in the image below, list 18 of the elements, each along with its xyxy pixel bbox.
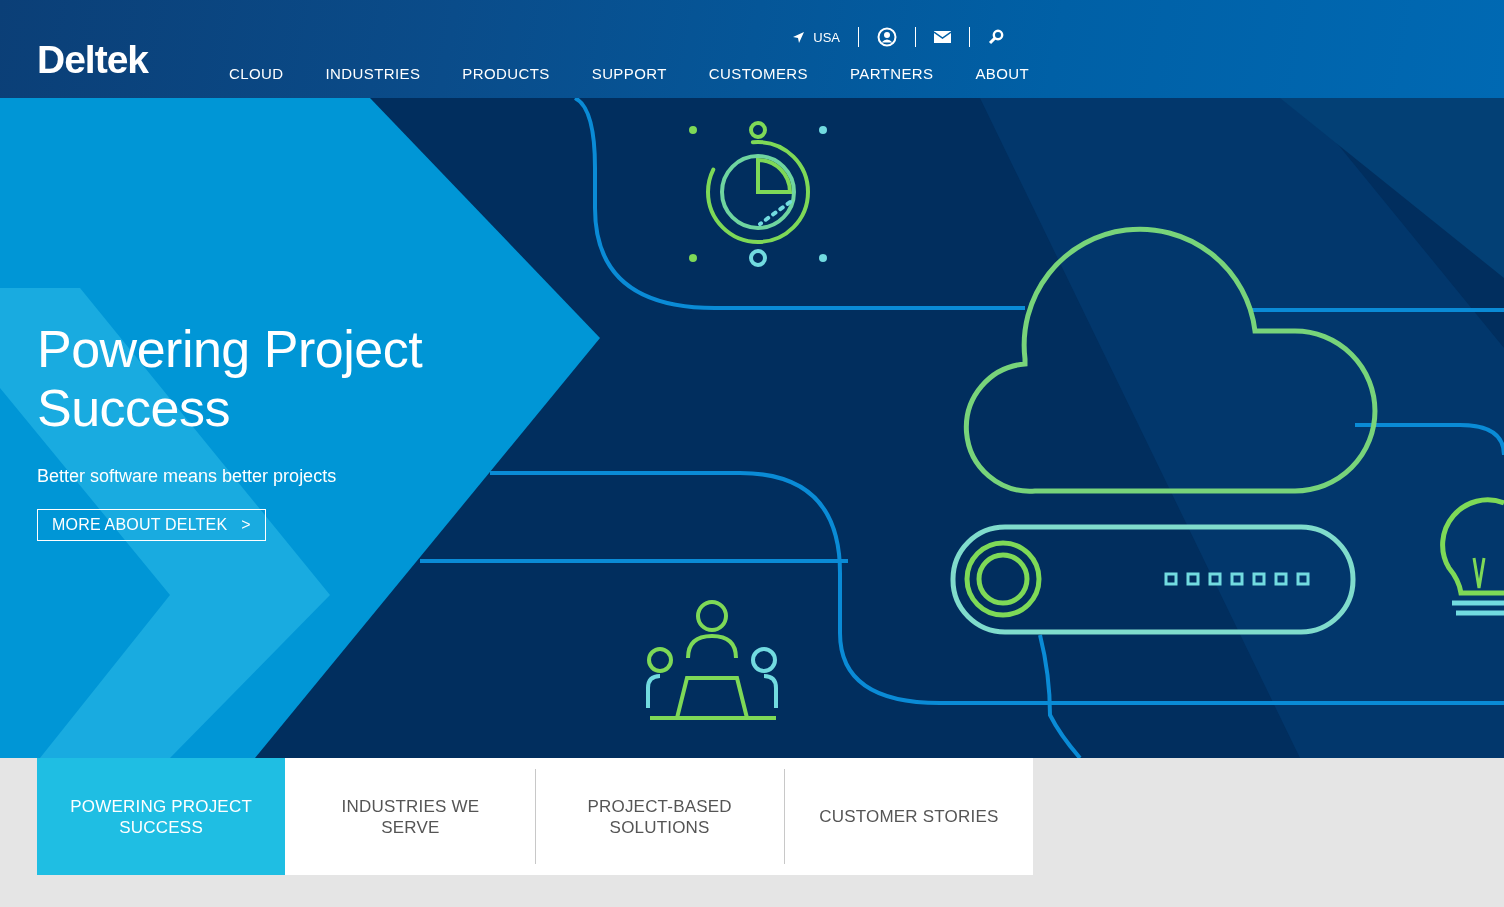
lightbulb-icon: [1440, 497, 1504, 616]
nav-link[interactable]: PARTNERS: [849, 65, 934, 82]
location-arrow-icon: [792, 30, 806, 44]
mail-icon[interactable]: [934, 31, 951, 43]
hero-heading: Powering Project Success: [37, 320, 424, 438]
hero-subtitle: Better software means better projects: [37, 466, 338, 487]
location-link[interactable]: USA: [792, 29, 840, 45]
logo[interactable]: Deltek: [37, 38, 192, 82]
nav-link[interactable]: INDUSTRIES: [325, 65, 421, 82]
nav-link[interactable]: ABOUT: [975, 65, 1030, 82]
search-icon[interactable]: [988, 29, 1004, 45]
clock-chart-icon: [689, 121, 827, 267]
nav-link[interactable]: SUPPORT: [591, 65, 667, 82]
nav-link[interactable]: CLOUD: [229, 65, 284, 82]
nav-link[interactable]: CUSTOMERS: [708, 65, 808, 82]
people-meeting-icon: [646, 600, 778, 720]
user-icon[interactable]: [877, 27, 897, 47]
nav-link[interactable]: PRODUCTS: [462, 65, 550, 82]
